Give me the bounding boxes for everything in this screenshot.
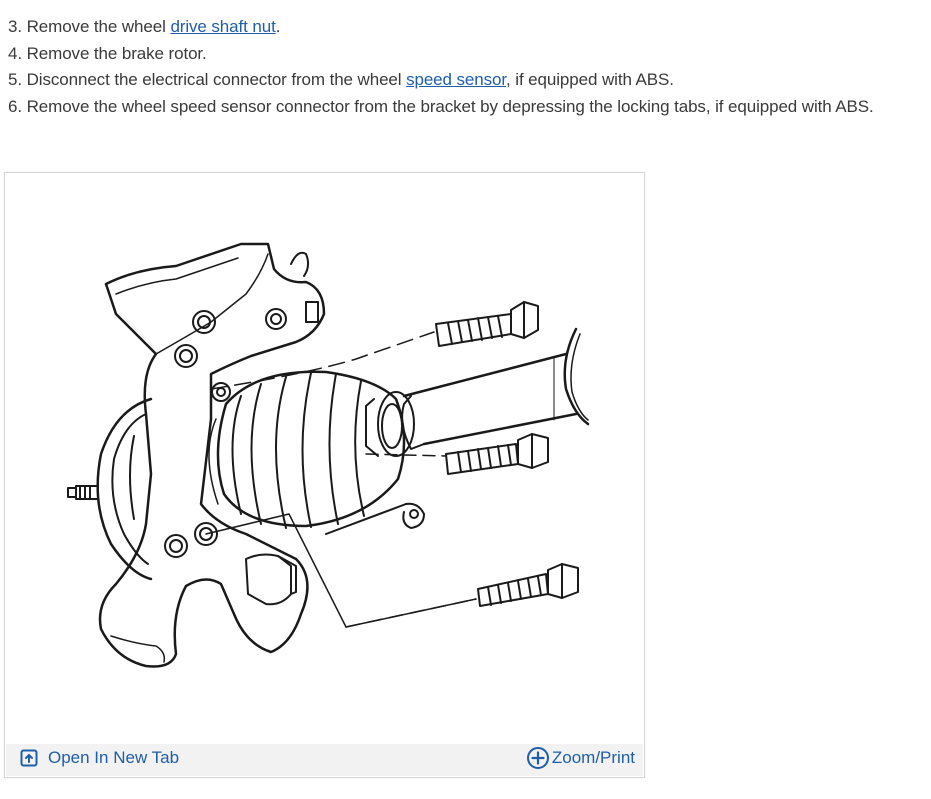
bolt-lower bbox=[477, 563, 579, 607]
steering-knuckle bbox=[98, 242, 326, 668]
zoom-print-label: Zoom/Print bbox=[551, 748, 635, 767]
plus-circle-icon bbox=[526, 747, 549, 769]
open-in-new-tab-label: Open In New Tab bbox=[48, 748, 180, 767]
open-in-new-tab-icon bbox=[20, 749, 38, 767]
step-3-text: 3. Remove the wheel bbox=[8, 17, 171, 36]
bolt-upper bbox=[435, 301, 539, 347]
step-6: 6. Remove the wheel speed sensor connect… bbox=[8, 94, 874, 121]
step-5-text-end: , if equipped with ABS. bbox=[506, 70, 674, 89]
instruction-steps: 3. Remove the wheel drive shaft nut. 4. … bbox=[8, 14, 874, 120]
wheel-hub-flange bbox=[67, 397, 153, 581]
hub-knuckle-diagram bbox=[67, 242, 590, 668]
step-5-text: 5. Disconnect the electrical connector f… bbox=[8, 70, 407, 89]
axle-shaft bbox=[365, 391, 425, 457]
step-5: 5. Disconnect the electrical connector f… bbox=[8, 67, 874, 94]
step-6-text: 6. Remove the wheel speed sensor connect… bbox=[8, 96, 874, 116]
step-3-text-end: . bbox=[275, 17, 281, 36]
figure-toolbar: Open In New Tab Zoom/Print bbox=[6, 744, 643, 776]
open-in-new-tab-button[interactable]: Open In New Tab bbox=[20, 748, 179, 768]
bolt-middle bbox=[445, 433, 549, 475]
step-4: 4. Remove the brake rotor. bbox=[8, 41, 874, 68]
speed-sensor-connector bbox=[245, 502, 425, 606]
cv-joint-boot bbox=[208, 370, 406, 529]
step-3: 3. Remove the wheel drive shaft nut. bbox=[8, 14, 874, 41]
step-4-text: 4. Remove the brake rotor. bbox=[8, 43, 207, 63]
drive-shaft-end bbox=[402, 327, 590, 446]
drive-shaft-nut-link[interactable]: drive shaft nut bbox=[170, 17, 275, 36]
speed-sensor-link[interactable]: speed sensor bbox=[406, 70, 506, 89]
figure-frame: Open In New Tab Zoom/Print bbox=[4, 172, 645, 778]
zoom-print-button[interactable]: Zoom/Print bbox=[526, 746, 635, 770]
